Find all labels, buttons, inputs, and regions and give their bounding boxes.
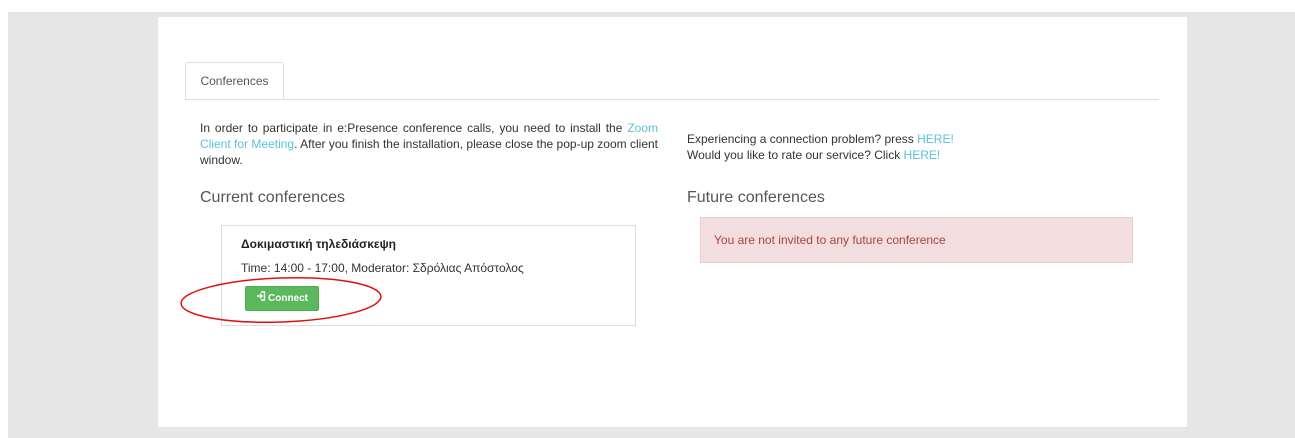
tab-bar: Conferences: [185, 62, 1159, 100]
rate-service-line: Would you like to rate our service? Clic…: [687, 147, 954, 163]
rate-service-text: Would you like to rate our service? Clic…: [687, 148, 904, 162]
connection-problem-text: Experiencing a connection problem? press: [687, 132, 918, 146]
future-conferences-heading: Future conferences: [687, 189, 825, 206]
conference-title: Δοκιμαστική τηλεδιάσκεψη: [241, 237, 396, 251]
connection-problem-link[interactable]: HERE!: [917, 132, 954, 146]
connection-problem-line: Experiencing a connection problem? press…: [687, 131, 954, 147]
intro-text-before: In order to participate in e:Presence co…: [200, 121, 628, 135]
no-future-conferences-alert: You are not invited to any future confer…: [700, 217, 1133, 263]
sign-in-icon: [256, 287, 266, 310]
conference-card: Δοκιμαστική τηλεδιάσκεψη Time: 14:00 - 1…: [221, 225, 636, 326]
intro-text: In order to participate in e:Presence co…: [200, 120, 658, 168]
connect-button[interactable]: Connect: [245, 286, 319, 311]
support-info: Experiencing a connection problem? press…: [687, 131, 954, 163]
current-conferences-heading: Current conferences: [200, 189, 345, 206]
conference-meta: Time: 14:00 - 17:00, Moderator: Σδρόλιας…: [241, 261, 524, 275]
rate-service-link[interactable]: HERE!: [904, 148, 941, 162]
tab-conferences[interactable]: Conferences: [185, 62, 284, 99]
connect-label: Connect: [268, 293, 308, 304]
